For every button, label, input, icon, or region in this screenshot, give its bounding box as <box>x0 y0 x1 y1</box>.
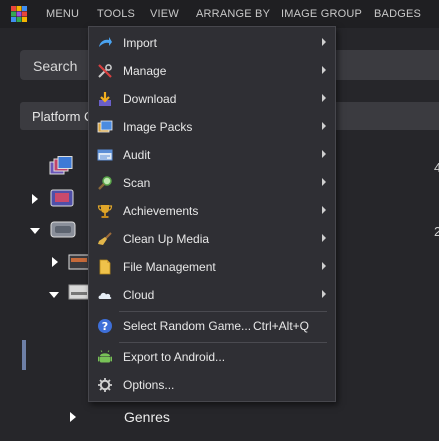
menu-item-label: Achievements <box>123 204 199 218</box>
menu-item-download[interactable]: Download <box>89 85 335 113</box>
menu-item-label: Download <box>123 92 177 106</box>
broom-icon <box>98 232 112 245</box>
svg-text:?: ? <box>102 320 108 333</box>
console-platform-icon <box>50 221 76 238</box>
menu-tools[interactable]: TOOLS <box>97 8 135 20</box>
menu-view[interactable]: VIEW <box>150 8 179 20</box>
menu-bar: MENU TOOLS VIEW ARRANGE BY IMAGE GROUP B… <box>0 0 439 28</box>
tools-icon <box>98 64 112 78</box>
menu-arrange-by[interactable]: ARRANGE BY <box>196 8 270 20</box>
menu-item-manage[interactable]: Manage <box>89 57 335 85</box>
menu-item-label: Import <box>123 36 158 50</box>
app-logo-icon[interactable] <box>10 5 28 23</box>
search-label: Search <box>33 58 78 74</box>
android-icon <box>98 350 112 363</box>
keyboard-shortcut: Ctrl+Alt+Q <box>253 319 310 333</box>
submenu-arrow-icon <box>322 38 326 46</box>
menu-item-label: Image Packs <box>123 120 193 134</box>
submenu-arrow-icon <box>322 150 326 158</box>
platform-stack-icon <box>49 156 73 175</box>
menu-menu[interactable]: MENU <box>46 8 79 20</box>
submenu-arrow-icon <box>322 206 326 214</box>
gear-icon <box>98 378 112 392</box>
tree-item-genres[interactable]: Genres <box>124 409 170 425</box>
menu-item-label: Clean Up Media <box>123 232 210 246</box>
menu-item-scan[interactable]: Scan <box>89 169 335 197</box>
platform-count: 4 <box>434 160 439 175</box>
import-arrow-icon <box>99 37 112 47</box>
menu-item-label: Select Random Game... <box>123 319 252 333</box>
arcade-platform-icon <box>50 189 74 207</box>
menu-item-label: Manage <box>123 64 167 78</box>
menu-item-cloud[interactable]: Cloud <box>89 281 335 309</box>
menu-item-options[interactable]: Options... <box>89 371 335 399</box>
platform-label: Platform C <box>32 109 94 124</box>
menu-item-import[interactable]: Import <box>89 29 335 57</box>
menu-item-label: File Management <box>123 260 216 274</box>
menu-image-group[interactable]: IMAGE GROUP <box>281 8 362 20</box>
cloud-icon <box>98 292 112 299</box>
collapse-arrow-icon[interactable] <box>30 228 40 234</box>
menu-item-label: Audit <box>123 148 151 162</box>
menu-item-label: Cloud <box>123 288 155 302</box>
menu-item-export-to-android[interactable]: Export to Android... <box>89 343 335 371</box>
platform-count: 2 <box>434 224 439 239</box>
submenu-arrow-icon <box>322 94 326 102</box>
menu-badges[interactable]: BADGES <box>374 8 421 20</box>
collapse-arrow-icon[interactable] <box>49 292 59 298</box>
submenu-arrow-icon <box>322 178 326 186</box>
submenu-arrow-icon <box>322 290 326 298</box>
selection-indicator <box>22 340 26 370</box>
expand-arrow-icon[interactable] <box>70 412 76 422</box>
image-packs-icon <box>97 120 113 133</box>
expand-arrow-icon[interactable] <box>32 194 38 204</box>
menu-item-select-random-game[interactable]: ? Select Random Game... Ctrl+Alt+Q <box>89 312 335 340</box>
download-icon <box>99 92 111 106</box>
menu-item-achievements[interactable]: Achievements <box>89 197 335 225</box>
tools-dropdown-menu: Import Manage Download Image Packs Audit… <box>88 26 336 402</box>
expand-arrow-icon[interactable] <box>52 257 58 267</box>
submenu-arrow-icon <box>322 122 326 130</box>
menu-item-file-management[interactable]: File Management <box>89 253 335 281</box>
menu-item-label: Scan <box>123 176 151 190</box>
trophy-icon <box>97 205 113 218</box>
console-sub-platform-icon <box>68 284 90 300</box>
file-icon <box>99 259 111 275</box>
submenu-arrow-icon <box>322 234 326 242</box>
menu-item-label: Export to Android... <box>123 350 226 364</box>
menu-item-image-packs[interactable]: Image Packs <box>89 113 335 141</box>
submenu-arrow-icon <box>322 66 326 74</box>
menu-item-label: Options... <box>123 378 175 392</box>
submenu-arrow-icon <box>322 262 326 270</box>
scan-magnifier-icon <box>98 176 112 190</box>
menu-item-audit[interactable]: Audit <box>89 141 335 169</box>
menu-item-clean-up-media[interactable]: Clean Up Media <box>89 225 335 253</box>
console-sub-platform-icon <box>68 254 90 270</box>
question-icon: ? <box>98 319 112 333</box>
audit-icon <box>97 149 113 161</box>
